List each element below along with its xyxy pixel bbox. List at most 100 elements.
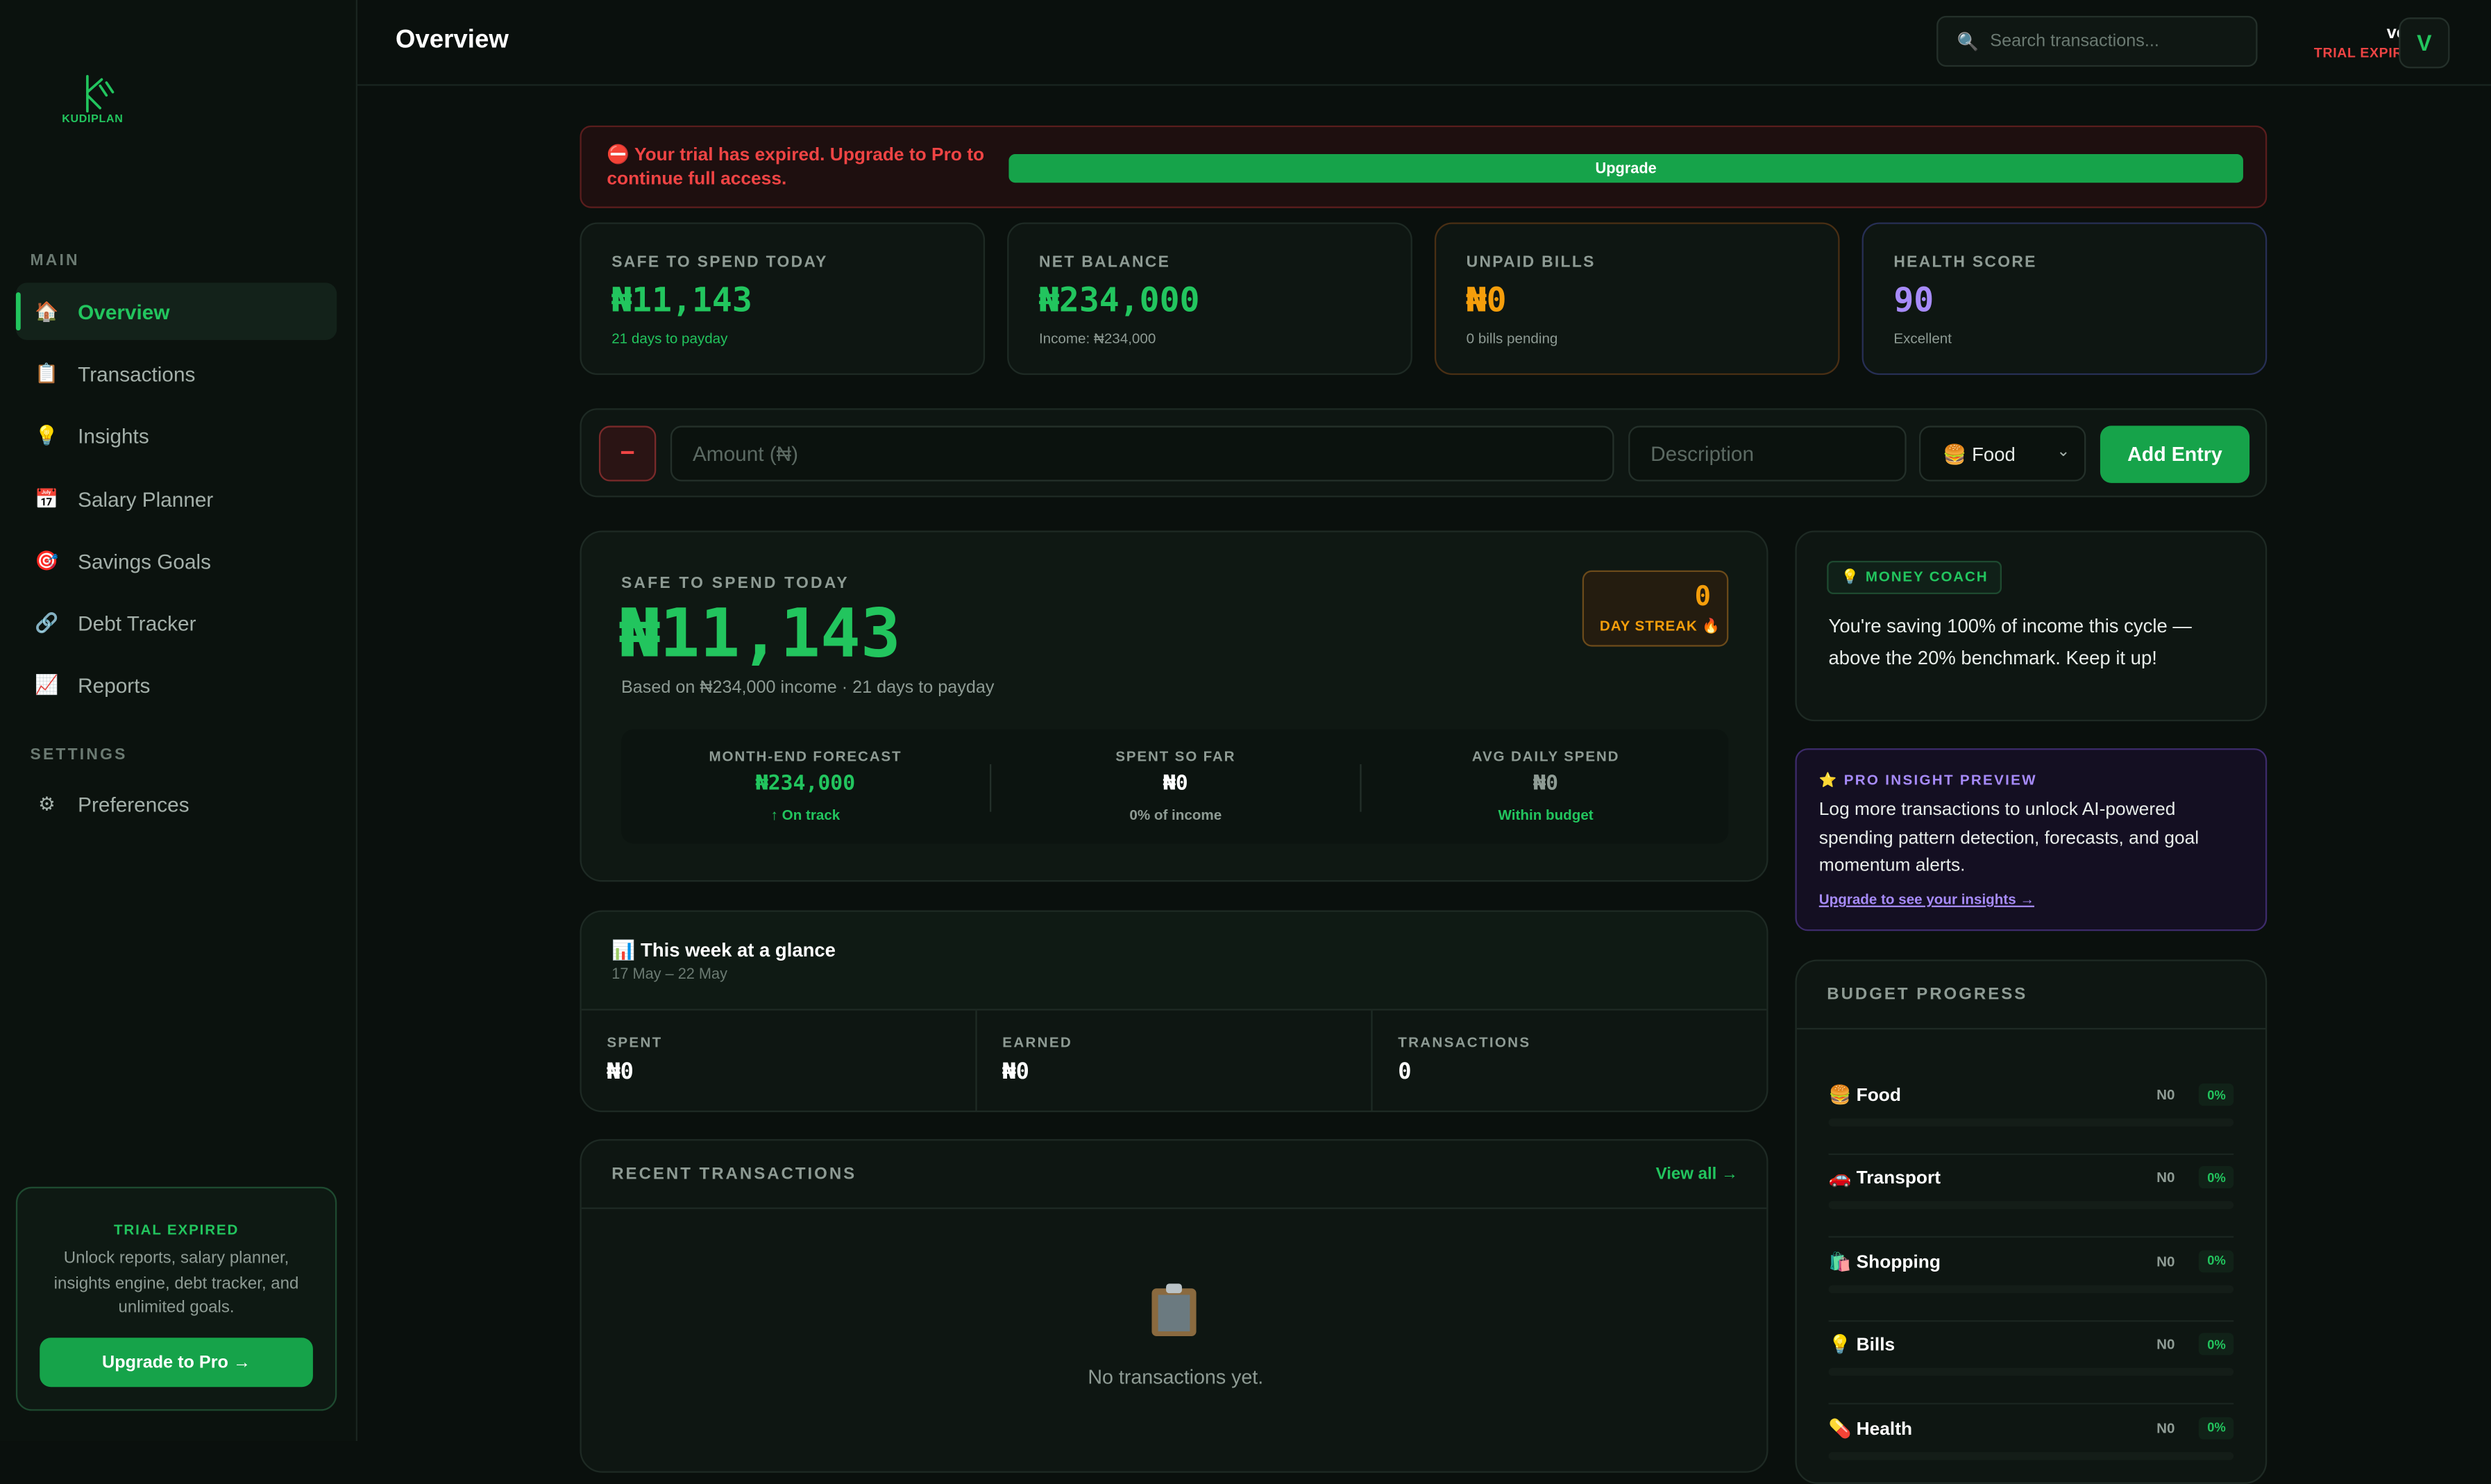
safe-to-spend-amount: ₦11,143 <box>619 594 901 673</box>
description-input[interactable]: Description <box>1628 425 1907 482</box>
week-stat-label: SPENT <box>607 1034 663 1050</box>
budget-row: 🛍️ Shopping N0 0% <box>1828 1239 2234 1322</box>
budget-progress-bar <box>1828 1285 2234 1293</box>
amount-placeholder: Amount (₦) <box>692 441 799 466</box>
budget-amount: N0 <box>2156 1336 2175 1353</box>
search-icon: 🔍 <box>1957 32 1979 52</box>
safe-to-spend-card: SAFE TO SPEND TODAY ₦11,143 Based on ₦23… <box>580 530 1768 882</box>
budget-percent-badge: 0% <box>2199 1166 2234 1189</box>
forecast-status: 0% of income <box>1129 807 1222 823</box>
budget-progress-bar <box>1828 1368 2234 1376</box>
search-placeholder: Search transactions... <box>1990 31 2159 51</box>
forecast-value: ₦0 <box>1533 772 1559 796</box>
chart-icon: 📈 <box>35 673 59 696</box>
budget-progress-bar <box>1828 1451 2234 1460</box>
sidebar-item-reports[interactable]: 📈 Reports <box>16 656 337 713</box>
link-icon: 🔗 <box>35 612 59 634</box>
budget-progress-card: BUDGET PROGRESS 🍔 Food N0 0% 🚗 Transport N0 0… <box>1795 959 2268 1484</box>
money-coach-text: You're saving 100% of income this cycle … <box>1828 614 2192 668</box>
sidebar-item-label: Reports <box>78 673 151 697</box>
trial-expired-banner: ⛔ Your trial has expired. Upgrade to Pro… <box>580 125 2268 208</box>
week-stat-value: 0 <box>1398 1059 1412 1086</box>
budget-percent-badge: 0% <box>2199 1333 2234 1356</box>
sidebar-item-overview[interactable]: 🏠 Overview <box>15 283 337 340</box>
forecast-status: Within budget <box>1498 807 1594 823</box>
budget-category-name: 🚗 Transport <box>1828 1170 1941 1189</box>
sidebar-item-label: Salary Planner <box>78 487 214 511</box>
trial-expired-card: TRIAL EXPIRED Unlock reports, salary pla… <box>15 1186 337 1411</box>
forecast-label: SPENT SO FAR <box>1115 748 1236 764</box>
sidebar-item-savings-goals[interactable]: 🎯 Savings Goals <box>16 532 337 589</box>
gear-icon: ⚙ <box>38 793 56 816</box>
forecast-month-end: MONTH-END FORECAST ₦234,000 ↑ On track <box>621 730 990 844</box>
quick-entry-bar: − Amount (₦) Description 🍔 Food ⌄ Add En… <box>580 408 2268 498</box>
clipboard-icon: 📋 <box>35 362 59 385</box>
week-glance-title: 📊 This week at a glance <box>611 938 836 961</box>
amount-input[interactable]: Amount (₦) <box>670 425 1614 482</box>
empty-state-message: No transactions yet. <box>1088 1366 1264 1389</box>
budget-category-name: 💡 Bills <box>1828 1336 1895 1356</box>
calendar-icon: 📅 <box>35 487 59 510</box>
view-all-link[interactable]: View all → <box>1656 1165 1738 1183</box>
add-entry-button[interactable]: Add Entry <box>2100 425 2250 483</box>
house-icon: 🏠 <box>35 300 59 323</box>
budget-amount: N0 <box>2156 1419 2175 1436</box>
section-label-main: MAIN <box>30 252 80 271</box>
forecast-label: AVG DAILY SPEND <box>1471 748 1620 764</box>
sidebar-item-insights[interactable]: 💡 Insights <box>16 407 337 464</box>
week-stat-earned: EARNED ₦0 <box>977 1011 1373 1111</box>
pro-insight-title: ⭐ PRO INSIGHT PREVIEW <box>1818 772 2037 789</box>
week-stat-label: TRANSACTIONS <box>1398 1034 1531 1050</box>
stat-value: 90 <box>1893 281 1934 320</box>
budget-amount: N0 <box>2156 1170 2175 1186</box>
budget-row: 💡 Bills N0 0% <box>1828 1322 2234 1405</box>
stat-card-net-balance: NET BALANCE ₦234,000 Income: ₦234,000 <box>1007 222 1412 376</box>
stat-card-safe-to-spend-today: SAFE TO SPEND TODAY ₦11,143 21 days to pay… <box>580 222 986 376</box>
expense-toggle-button[interactable]: − <box>598 425 657 482</box>
sidebar-item-preferences[interactable]: ⚙ Preferences <box>16 775 337 832</box>
stat-sub: Excellent <box>1893 330 1952 346</box>
budget-category-name: 💊 Health <box>1828 1419 1913 1439</box>
trial-card-title: TRIAL EXPIRED <box>113 1222 239 1238</box>
stat-value: ₦0 <box>1466 281 1507 320</box>
avatar[interactable]: V <box>2399 17 2450 69</box>
sidebar-item-label: Debt Tracker <box>78 611 196 635</box>
stat-sub: 21 days to payday <box>611 330 728 346</box>
stat-card-health-score: HEALTH SCORE 90 Excellent <box>1861 222 2268 376</box>
stat-sub: 0 bills pending <box>1466 330 1558 346</box>
page-title: Overview <box>395 26 509 54</box>
safe-to-spend-label: SAFE TO SPEND TODAY <box>620 575 850 593</box>
week-stat-value: ₦0 <box>607 1059 634 1086</box>
safe-to-spend-note: Based on ₦234,000 income · 21 days to pa… <box>620 678 995 698</box>
chevron-down-icon: ⌄ <box>2057 443 2070 461</box>
budget-amount: N0 <box>2156 1253 2175 1270</box>
sidebar-item-salary-planner[interactable]: 📅 Salary Planner <box>16 471 337 528</box>
brand-name: KUDIPLAN <box>62 114 124 126</box>
sidebar-item-label: Preferences <box>78 792 189 816</box>
recent-transactions-header: RECENT TRANSACTIONS View all → <box>581 1140 1767 1209</box>
stat-label: UNPAID BILLS <box>1466 254 1596 272</box>
search-input[interactable]: 🔍 Search transactions... <box>1936 15 2258 67</box>
streak-label: DAY STREAK 🔥 <box>1599 618 1721 634</box>
upgrade-to-pro-button[interactable]: Upgrade to Pro → <box>40 1338 313 1388</box>
budget-percent-badge: 0% <box>2199 1084 2234 1106</box>
budget-progress-title: BUDGET PROGRESS <box>1827 985 2028 1004</box>
money-coach-card: 💡 MONEY COACH You're saving 100% of inco… <box>1795 530 2268 722</box>
description-placeholder: Description <box>1650 441 1755 466</box>
pro-insight-card: ⭐ PRO INSIGHT PREVIEW Log more transacti… <box>1795 748 2268 931</box>
sidebar-item-transactions[interactable]: 📋 Transactions <box>16 345 337 402</box>
budget-progress-bar <box>1828 1118 2234 1127</box>
upgrade-insights-link[interactable]: Upgrade to see your insights → <box>1819 891 2034 907</box>
sidebar-item-label: Insights <box>78 423 149 448</box>
week-stat-spent: SPENT ₦0 <box>582 1011 977 1111</box>
category-select[interactable]: 🍔 Food ⌄ <box>1918 425 2086 482</box>
sidebar-item-label: Savings Goals <box>78 548 212 573</box>
sidebar-item-label: Overview <box>78 299 170 323</box>
stat-value: ₦11,143 <box>611 281 752 320</box>
budget-progress-header: BUDGET PROGRESS <box>1796 961 2265 1030</box>
upgrade-button[interactable]: Upgrade <box>1008 154 2243 183</box>
sidebar-item-debt-tracker[interactable]: 🔗 Debt Tracker <box>16 594 337 651</box>
forecast-spent-so-far: SPENT SO FAR ₦0 0% of income <box>991 730 1360 844</box>
lightbulb-icon: 💡 <box>35 424 59 447</box>
clipboard-icon <box>1151 1283 1197 1336</box>
